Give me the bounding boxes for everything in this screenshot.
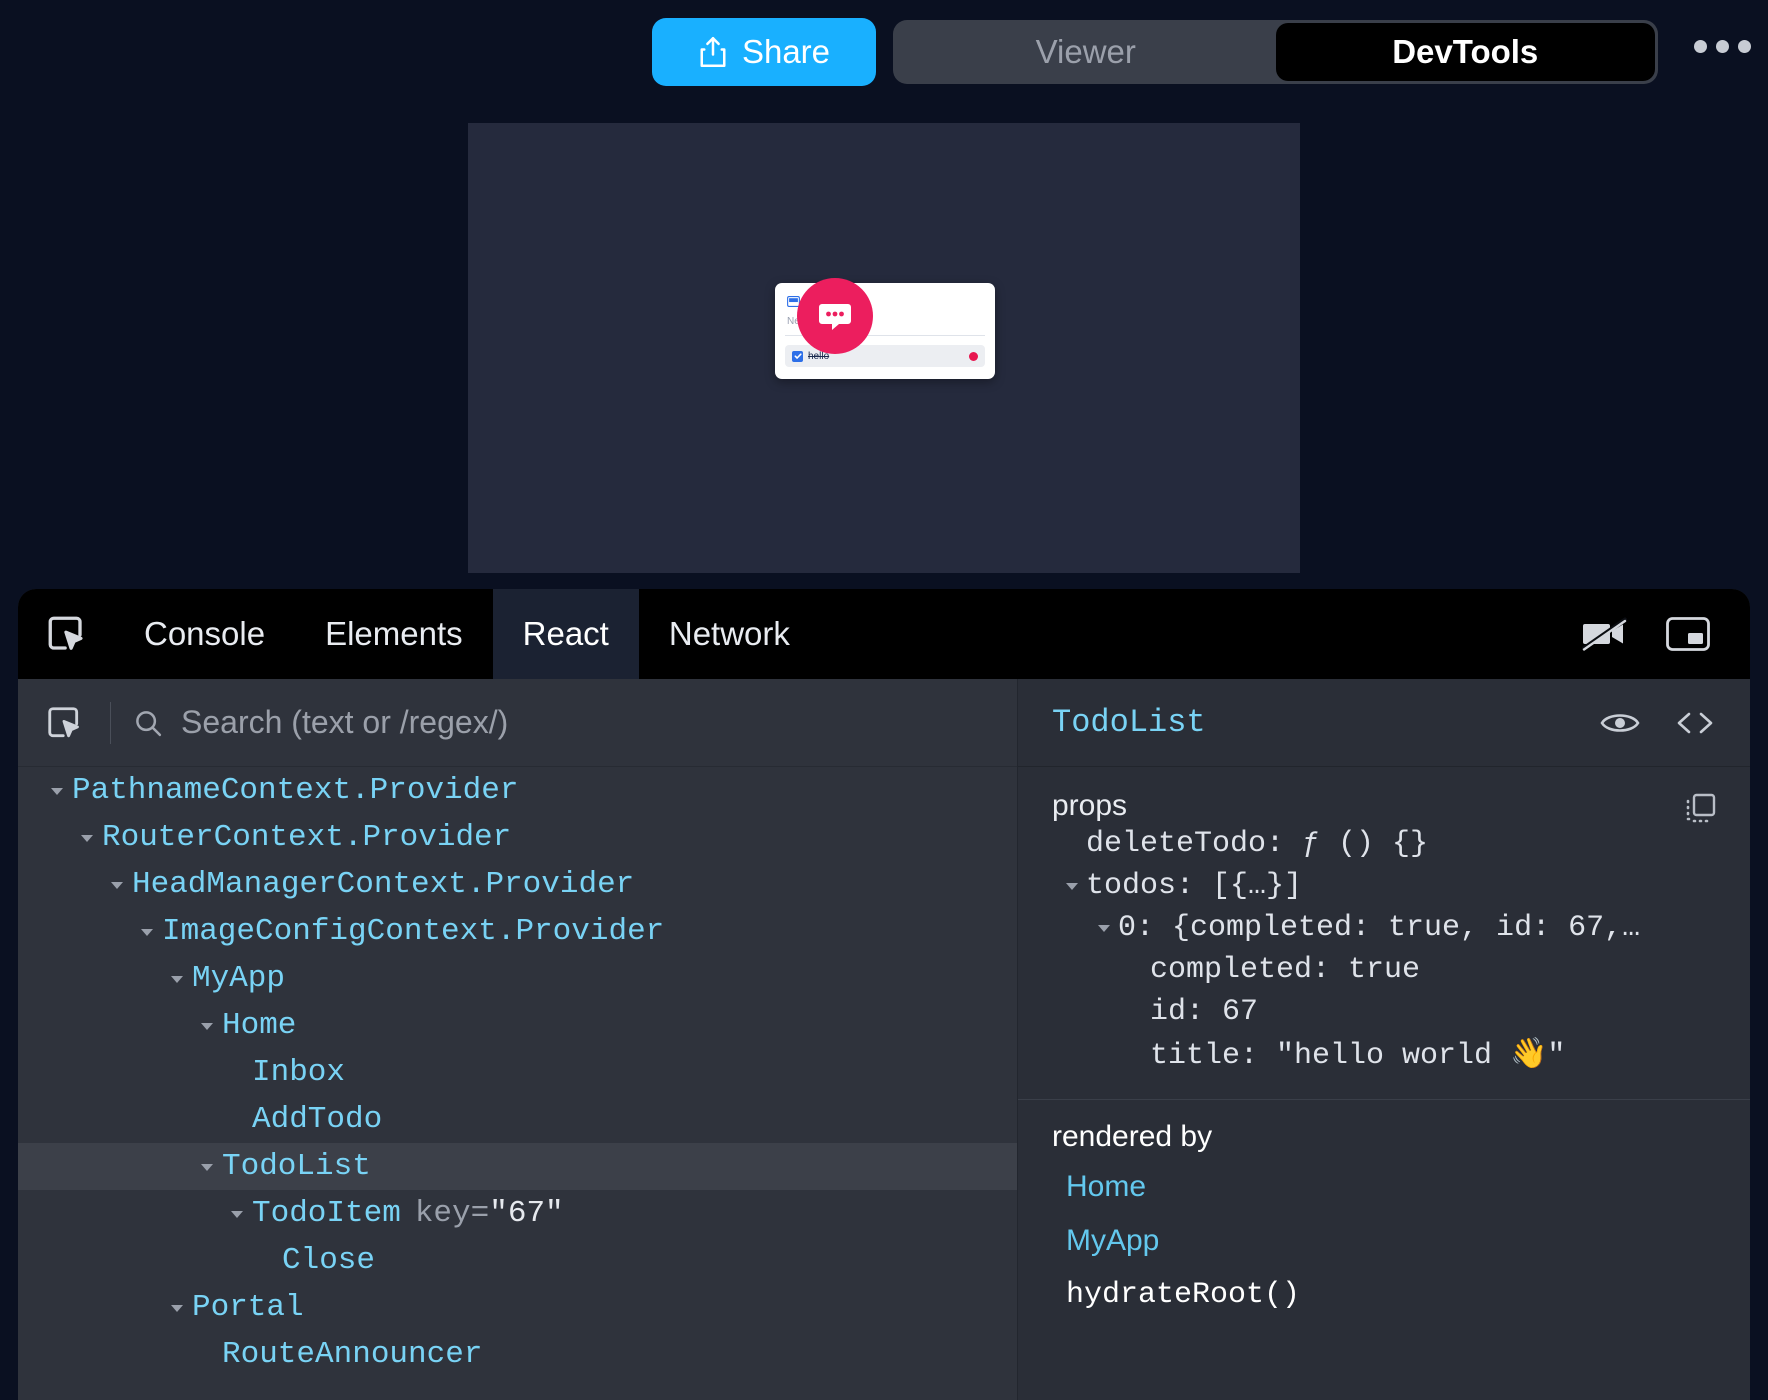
tree-row-label: ImageConfigContext.Provider [162,914,664,949]
tree-row-portal[interactable]: Portal [18,1284,1017,1331]
prop-row[interactable]: todos: [{…}] [1052,865,1716,907]
tab-network[interactable]: Network [639,589,820,679]
tree-row-home[interactable]: Home [18,1002,1017,1049]
video-off-icon[interactable] [1582,617,1628,651]
tree-row-label: RouterContext.Provider [102,820,511,855]
chevron-down-icon[interactable] [162,1298,192,1318]
tree-row-headmanagercontext-provider[interactable]: HeadManagerContext.Provider [18,861,1017,908]
prop-row[interactable]: deleteTodo: ƒ () {} [1052,823,1716,865]
preview-stage: Inbox New hello [468,123,1300,573]
chevron-down-icon[interactable] [102,875,132,895]
prop-row[interactable]: completed: true [1052,949,1716,991]
search-field-wrapper [111,704,1017,741]
tree-row-close[interactable]: Close [18,1237,1017,1284]
view-source-icon[interactable] [1674,709,1716,737]
share-upload-icon [698,35,728,69]
tab-viewer[interactable]: Viewer [896,23,1276,81]
prop-text: todos: [{…}] [1086,869,1302,903]
chevron-down-icon[interactable] [162,969,192,989]
tree-row-imageconfigcontext-provider[interactable]: ImageConfigContext.Provider [18,908,1017,955]
tree-row-label: HeadManagerContext.Provider [132,867,634,902]
chevron-down-icon[interactable] [132,922,162,942]
rendered-by-item[interactable]: Home [1018,1160,1750,1214]
prop-row[interactable]: id: 67 [1052,991,1716,1033]
tree-row-addtodo[interactable]: AddTodo [18,1096,1017,1143]
inspect-element-icon[interactable] [18,589,114,679]
inspector-header-actions [1600,709,1716,737]
share-button[interactable]: Share [652,18,876,86]
tree-row-inbox[interactable]: Inbox [18,1049,1017,1096]
props-section: props deleteTodo: ƒ () {} todos: [{…}] 0: … [1018,767,1750,1085]
tree-row-todolist[interactable]: TodoList [18,1143,1017,1190]
chevron-down-icon[interactable] [192,1016,222,1036]
chevron-down-icon[interactable] [42,781,72,801]
chevron-down-icon[interactable] [72,828,102,848]
tree-row-pathnamecontext-provider[interactable]: PathnameContext.Provider [18,767,1017,814]
tree-row-key-value: "67" [489,1196,563,1231]
select-element-icon[interactable] [18,704,110,742]
rendered-by-item[interactable]: MyApp [1018,1214,1750,1268]
react-component-tree-pane: PathnameContext.Provider RouterContext.Pr… [18,679,1018,1400]
tree-row-todoitem[interactable]: TodoItem key="67" [18,1190,1017,1237]
prop-row[interactable]: title: "hello world 👋" [1052,1033,1716,1075]
tab-elements[interactable]: Elements [295,589,493,679]
share-button-label: Share [742,33,830,71]
rendered-by-item: hydrateRoot() [1018,1268,1750,1322]
prop-text: title: "hello world 👋" [1150,1036,1565,1073]
tree-row-label: PathnameContext.Provider [72,773,518,808]
selected-component-name: TodoList [1052,704,1206,741]
props-section-title: props [1052,789,1716,823]
tree-toolbar [18,679,1017,767]
chevron-down-icon[interactable] [192,1157,222,1177]
ellipsis-icon[interactable] [1694,40,1751,53]
tree-row-routercontext-provider[interactable]: RouterContext.Provider [18,814,1017,861]
tree-row-label: Inbox [252,1055,345,1090]
remove-circle-icon[interactable] [969,352,978,361]
copy-icon[interactable] [1680,789,1720,829]
tree-row-routeannouncer[interactable]: RouteAnnouncer [18,1331,1017,1378]
tree-row-label: Home [222,1008,296,1043]
tree-row-label: MyApp [192,961,285,996]
tab-react[interactable]: React [493,589,639,679]
component-tree-list[interactable]: PathnameContext.Provider RouterContext.Pr… [18,767,1017,1400]
tree-row-key-label: key= [415,1196,489,1231]
tab-console[interactable]: Console [114,589,295,679]
devtools-body: PathnameContext.Provider RouterContext.Pr… [18,679,1750,1400]
component-inspector-pane: TodoList [1018,679,1750,1400]
top-bar: Share Viewer DevTools [0,0,1768,98]
prop-text: completed: true [1150,953,1420,987]
props-list: deleteTodo: ƒ () {} todos: [{…}] 0: {compl… [1052,823,1716,1075]
chat-bubble-icon[interactable] [797,278,873,354]
tree-row-label: TodoItem [252,1196,401,1231]
rendered-by-list: HomeMyApphydrateRoot() [1018,1160,1750,1322]
preview-todo-checkbox[interactable] [792,351,803,362]
devtools-panel: Console Elements React Network [18,589,1750,1400]
tab-devtools[interactable]: DevTools [1276,23,1656,81]
picture-in-picture-icon[interactable] [1666,617,1710,651]
rendered-by-title: rendered by [1018,1100,1750,1160]
search-icon [133,708,163,738]
devtools-tab-bar-actions [1582,589,1750,679]
tree-row-label: AddTodo [252,1102,382,1137]
tree-row-label: TodoList [222,1149,371,1184]
tree-row-label: Portal [192,1290,304,1325]
chevron-down-icon[interactable] [1090,918,1118,938]
chevron-down-icon[interactable] [1058,876,1086,896]
view-mode-segmented-control: Viewer DevTools [893,20,1658,84]
tree-row-label: RouteAnnouncer [222,1337,482,1372]
chevron-down-icon[interactable] [222,1204,252,1224]
prop-text: 0: {completed: true, id: 67,… [1118,911,1640,945]
search-input[interactable] [181,704,1017,741]
tree-row-label: Close [282,1243,375,1278]
tree-row-myapp[interactable]: MyApp [18,955,1017,1002]
devtools-tab-bar: Console Elements React Network [18,589,1750,679]
eye-icon[interactable] [1600,709,1640,737]
inspector-header: TodoList [1018,679,1750,767]
prop-text: deleteTodo: ƒ () {} [1086,827,1428,861]
prop-text: id: 67 [1150,995,1258,1029]
prop-row[interactable]: 0: {completed: true, id: 67,… [1052,907,1716,949]
